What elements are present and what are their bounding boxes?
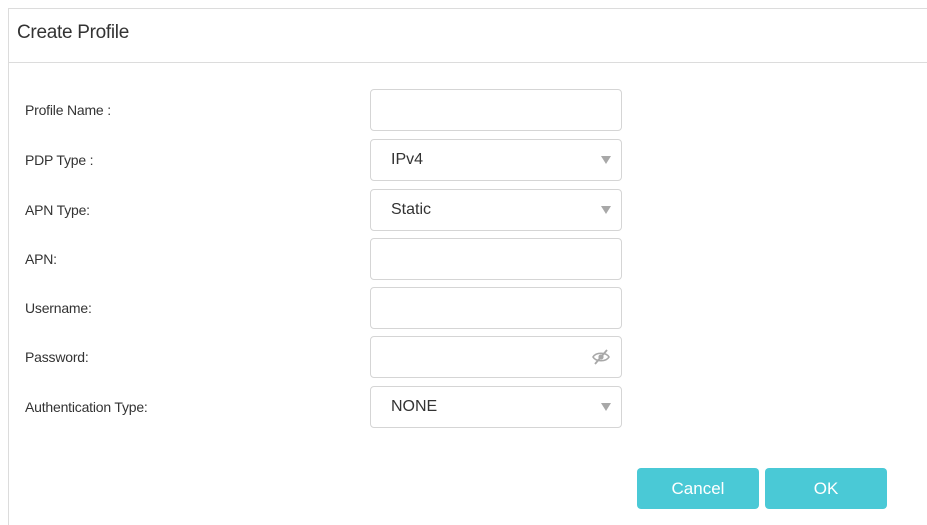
auth-type-value: NONE: [391, 398, 438, 415]
cancel-button[interactable]: Cancel: [637, 468, 759, 509]
chevron-down-icon: [601, 156, 611, 164]
username-input[interactable]: [370, 287, 622, 329]
dialog-title: Create Profile: [17, 22, 129, 43]
pdp-type-row: PDP Type : IPv4: [0, 139, 927, 181]
username-row: Username:: [0, 287, 927, 329]
auth-type-select[interactable]: NONE: [370, 386, 622, 428]
password-row: Password:: [0, 336, 927, 378]
apn-type-value: Static: [391, 201, 432, 218]
apn-label: APN:: [25, 251, 57, 267]
apn-type-select[interactable]: Static: [370, 189, 622, 231]
apn-type-row: APN Type: Static: [0, 189, 927, 231]
profile-name-input[interactable]: [370, 89, 622, 131]
auth-type-label: Authentication Type:: [25, 399, 148, 415]
password-input[interactable]: [370, 336, 622, 378]
username-label: Username:: [25, 300, 92, 316]
title-divider: [9, 62, 927, 63]
profile-name-label: Profile Name :: [25, 102, 111, 118]
chevron-down-icon: [601, 206, 611, 214]
profile-name-row: Profile Name :: [0, 89, 927, 131]
apn-type-label: APN Type:: [25, 202, 90, 218]
auth-type-row: Authentication Type: NONE: [0, 386, 927, 428]
pdp-type-select[interactable]: IPv4: [370, 139, 622, 181]
ok-button[interactable]: OK: [765, 468, 887, 509]
pdp-type-label: PDP Type :: [25, 152, 94, 168]
password-label: Password:: [25, 349, 89, 365]
apn-row: APN:: [0, 238, 927, 280]
pdp-type-value: IPv4: [391, 151, 424, 168]
chevron-down-icon: [601, 403, 611, 411]
eye-hidden-icon[interactable]: [592, 349, 610, 365]
apn-input[interactable]: [370, 238, 622, 280]
